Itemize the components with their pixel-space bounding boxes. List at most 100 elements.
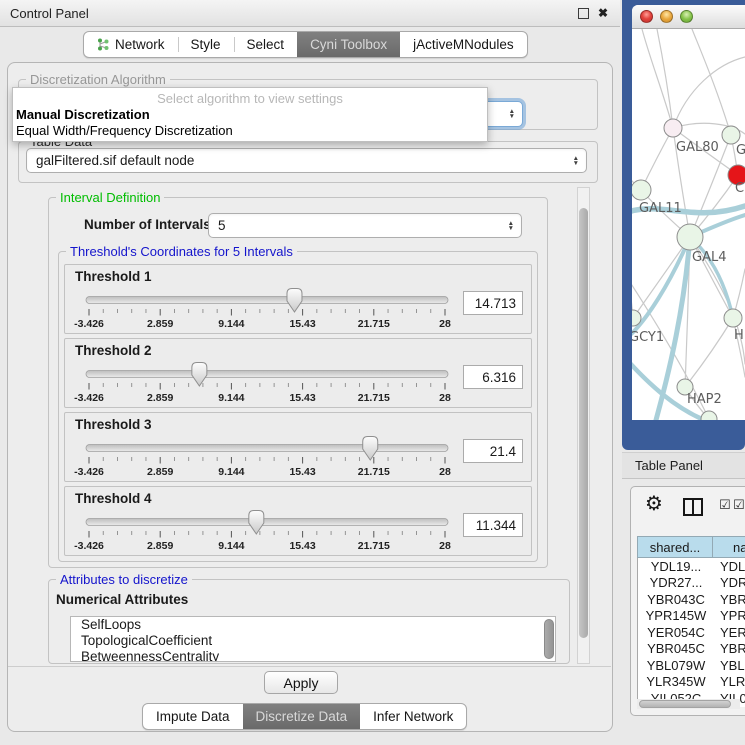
table-data-combobox[interactable]: galFiltered.sif default node ▲▼ <box>26 148 587 173</box>
tab-network[interactable]: Network <box>84 32 178 57</box>
svg-text:9.144: 9.144 <box>218 318 244 330</box>
svg-text:2.859: 2.859 <box>147 466 173 478</box>
svg-text:9.144: 9.144 <box>218 392 244 404</box>
gear-icon[interactable]: ⚙ <box>645 491 663 515</box>
number-of-intervals-value: 5 <box>218 218 226 233</box>
svg-text:15.43: 15.43 <box>289 540 315 552</box>
tab-label: jActiveMNodules <box>413 37 514 52</box>
threshold-1-value-field[interactable]: 14.713 <box>463 291 523 315</box>
discretization-algorithm-label: Discretization Algorithm <box>26 72 170 87</box>
table-row[interactable]: YLR345W YLR3 <box>638 674 745 691</box>
tab-infer-network[interactable]: Infer Network <box>360 704 466 729</box>
table-panel-titlebar: Table Panel <box>622 452 745 479</box>
minimize-traffic-light-icon[interactable] <box>660 10 673 23</box>
select-column-icon[interactable]: ☑ <box>733 499 745 512</box>
tab-select[interactable]: Select <box>234 32 298 57</box>
network-view-frame: GAL80GACGAL11GAL4GCY1HHAP2 <box>622 0 745 450</box>
svg-text:GAL11: GAL11 <box>639 201 682 216</box>
tab-cyni-toolbox[interactable]: Cyni Toolbox <box>297 32 400 57</box>
svg-text:28: 28 <box>439 392 451 404</box>
cyni-bottom-tabs: Impute Data Discretize Data Infer Network <box>142 703 467 730</box>
threshold-2-value-field[interactable]: 6.316 <box>463 365 523 389</box>
split-columns-icon[interactable] <box>683 498 703 516</box>
tab-style[interactable]: Style <box>178 32 234 57</box>
zoom-traffic-light-icon[interactable] <box>680 10 693 23</box>
svg-text:21.715: 21.715 <box>358 392 390 404</box>
threshold-2-slider[interactable]: -3.4262.8599.14415.4321.71528 <box>77 361 461 405</box>
cell-name: YDR2 <box>714 575 745 590</box>
cell-shared-name: YLR345W <box>638 674 714 689</box>
threshold-1-panel: Threshold 1 -3.4262.8599.14415.4321.7152… <box>64 264 532 334</box>
panel-scrollbar-thumb[interactable] <box>579 208 588 638</box>
attributes-group-label: Attributes to discretize <box>56 572 192 587</box>
interval-definition-label: Interval Definition <box>56 190 164 205</box>
control-panel-tabs: Network Style SelectCyni Toolbox jActiveMNo… <box>83 31 528 58</box>
svg-text:GAL4: GAL4 <box>692 250 726 265</box>
numerical-attributes-label: Numerical Attributes <box>56 592 188 607</box>
cell-name: YPR1 <box>714 608 745 623</box>
network-window[interactable]: GAL80GACGAL11GAL4GCY1HHAP2 <box>632 5 745 420</box>
column-header-shared-name[interactable]: shared... <box>637 536 713 558</box>
threshold-4-slider[interactable]: -3.4262.8599.14415.4321.71528 <box>77 509 461 553</box>
select-column-icon[interactable]: ☑ <box>719 499 731 512</box>
cell-shared-name: YBL079W <box>638 658 714 673</box>
cell-name: YLR3 <box>714 674 745 689</box>
table-row[interactable]: YER054C YER0 <box>638 624 745 641</box>
tab-label: Style <box>191 37 221 52</box>
list-item[interactable]: TopologicalCoefficient <box>71 633 555 649</box>
list-item[interactable]: SelfLoops <box>71 617 555 633</box>
svg-text:21.715: 21.715 <box>358 318 390 330</box>
network-window-titlebar <box>632 5 745 29</box>
table-row[interactable]: YDL19... YDL1 <box>638 558 745 575</box>
network-canvas[interactable]: GAL80GACGAL11GAL4GCY1HHAP2 <box>632 29 745 420</box>
float-window-icon[interactable] <box>578 8 589 19</box>
app-root: Control Panel ✖ Network Style SelectCyni T… <box>0 0 745 745</box>
list-item[interactable]: BetweennessCentrality <box>71 649 555 662</box>
table-row[interactable]: YBR043C YBR0 <box>638 591 745 608</box>
tab-label: Infer Network <box>373 709 453 724</box>
svg-text:2.859: 2.859 <box>147 540 173 552</box>
dropdown-option-equal-width[interactable]: Equal Width/Frequency Discretization <box>13 123 487 139</box>
threshold-3-slider[interactable]: -3.4262.8599.14415.4321.71528 <box>77 435 461 479</box>
table-row[interactable]: YPR145W YPR1 <box>638 608 745 625</box>
svg-text:GCY1: GCY1 <box>632 330 664 345</box>
close-icon[interactable]: ✖ <box>598 8 608 18</box>
close-traffic-light-icon[interactable] <box>640 10 653 23</box>
tab-impute-data[interactable]: Impute Data <box>143 704 243 729</box>
table-hscrollbar-thumb[interactable] <box>639 700 731 708</box>
algorithm-dropdown-popup: Select algorithm to view settings Manual… <box>12 87 488 142</box>
threshold-4-panel: Threshold 4 -3.4262.8599.14415.4321.7152… <box>64 486 532 556</box>
control-panel-titlebar: Control Panel ✖ <box>0 0 620 27</box>
svg-text:-3.426: -3.426 <box>74 540 104 552</box>
tab-label: Impute Data <box>156 709 230 724</box>
column-header-name[interactable]: na <box>713 536 745 558</box>
svg-text:-3.426: -3.426 <box>74 392 104 404</box>
table-row[interactable]: YDR27... YDR2 <box>638 575 745 592</box>
panel-scrollbar[interactable] <box>577 187 590 664</box>
svg-text:GA: GA <box>736 143 745 158</box>
svg-text:9.144: 9.144 <box>218 466 244 478</box>
threshold-1-slider[interactable]: -3.4262.8599.14415.4321.71528 <box>77 287 461 331</box>
cell-shared-name: YBR043C <box>638 592 714 607</box>
threshold-3-value-field[interactable]: 21.4 <box>463 439 523 463</box>
table-data-value: galFiltered.sif default node <box>36 153 194 168</box>
svg-text:28: 28 <box>439 318 451 330</box>
table-row[interactable]: YBL079W YBL0 <box>638 657 745 674</box>
apply-button[interactable]: Apply <box>264 671 338 694</box>
cell-name: YBR0 <box>714 592 745 607</box>
table-row[interactable]: YBR045C YBR0 <box>638 641 745 658</box>
threshold-label: Threshold 1 <box>75 269 152 284</box>
table-hscrollbar[interactable] <box>637 699 740 709</box>
table-rows: YDL19... YDL1 YDR27... YDR2 YBR043C YBR0… <box>637 558 745 707</box>
dropdown-option-manual[interactable]: Manual Discretization <box>13 107 487 123</box>
tab-label: Network <box>115 37 165 52</box>
tab-discretize-data[interactable]: Discretize Data <box>243 704 361 729</box>
svg-text:21.715: 21.715 <box>358 466 390 478</box>
list-scrollbar[interactable] <box>544 619 554 659</box>
svg-text:GAL80: GAL80 <box>676 140 719 155</box>
tab-jactivemnodules[interactable]: jActiveMNodules <box>400 32 527 57</box>
threshold-4-value-field[interactable]: 11.344 <box>463 513 523 537</box>
svg-text:9.144: 9.144 <box>218 540 244 552</box>
table-header-row: shared... na <box>637 536 745 558</box>
number-of-intervals-combobox[interactable]: 5 ▲▼ <box>208 213 522 238</box>
